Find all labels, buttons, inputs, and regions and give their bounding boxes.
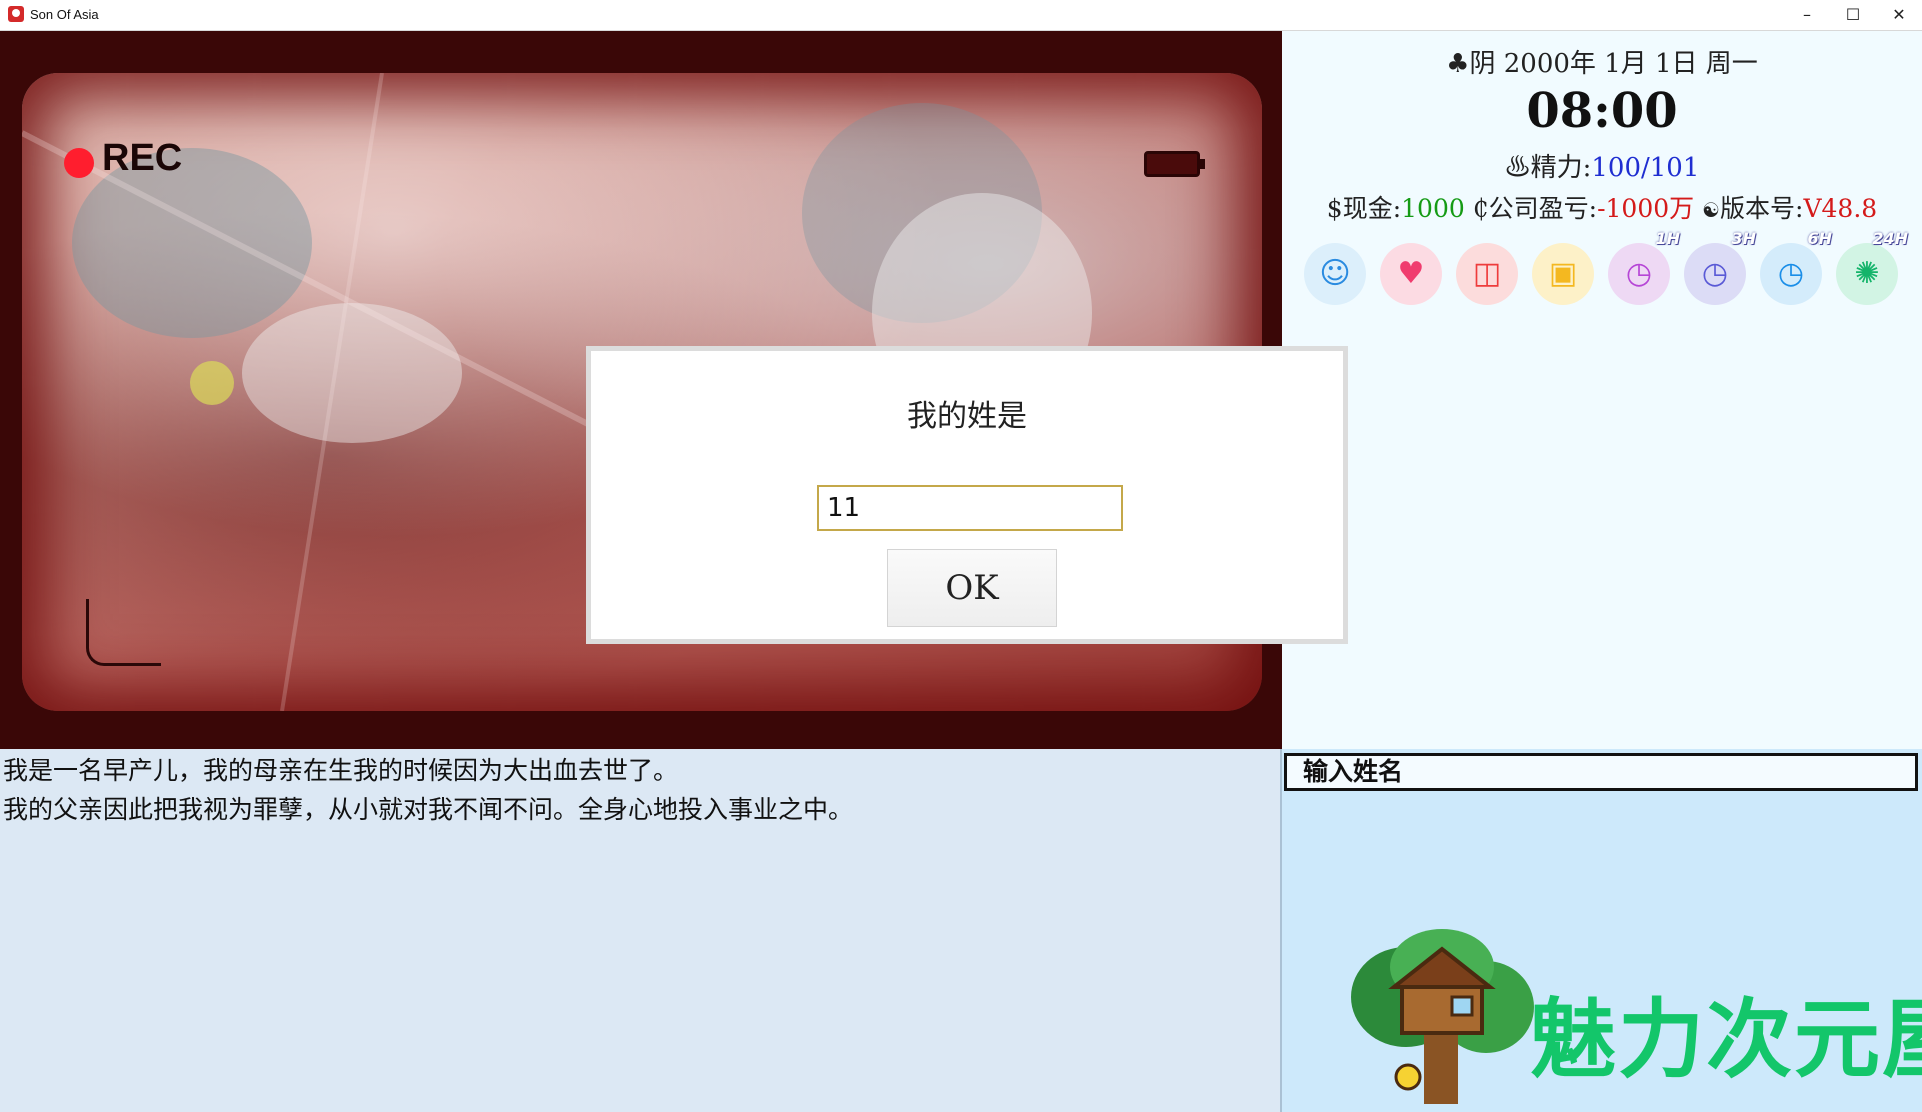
version-icon: ☯	[1702, 198, 1721, 222]
finance-line: $现金:1000 ₵公司盈亏:-1000万 ☯版本号:V48.8	[1282, 189, 1922, 225]
clock-3h-badge: 3H	[1731, 229, 1756, 248]
date-text: 2000年 1月 1日 周一	[1503, 49, 1758, 79]
company-value: -1000万	[1597, 194, 1695, 223]
energy-line: ♨精力:100/101	[1282, 147, 1922, 184]
maximize-button[interactable]: ☐	[1830, 0, 1876, 30]
clock-time: 08:00	[1526, 83, 1678, 139]
clock-1h-badge: 1H	[1655, 229, 1680, 248]
heart-icon[interactable]: ♥	[1380, 243, 1442, 305]
user-icon[interactable]: ☺	[1304, 243, 1366, 305]
camera-shutter-24h-icon[interactable]: ✺ 24H	[1836, 229, 1908, 305]
surname-input[interactable]	[817, 485, 1123, 531]
treehouse-logo-icon	[1351, 929, 1534, 1104]
status-panel: ♣阴 2000年 1月 1日 周一 08:00 ♨精力:100/101 $现金:…	[1282, 31, 1922, 749]
energy-icon: ♨	[1504, 153, 1531, 183]
weather-icon: ♣	[1446, 49, 1470, 79]
window-title: Son Of Asia	[30, 7, 99, 22]
battery-icon	[1144, 151, 1205, 177]
save-icon[interactable]: ▣	[1532, 243, 1594, 305]
date-line: ♣阴 2000年 1月 1日 周一	[1282, 43, 1922, 80]
energy-label: 精力:	[1530, 153, 1592, 183]
clock-6h-icon[interactable]: ◷ 6H	[1760, 229, 1832, 305]
version-value: V48.8	[1803, 194, 1878, 223]
clock-1h-icon[interactable]: ◷ 1H	[1608, 229, 1680, 305]
close-button[interactable]: ✕	[1876, 0, 1922, 30]
story-line: 我是一名早产儿，我的母亲在生我的时候因为大出血去世了。	[3, 756, 679, 785]
window-title-bar: Son Of Asia – ☐ ✕	[0, 0, 1922, 31]
app-icon	[8, 6, 24, 22]
minimize-button[interactable]: –	[1784, 0, 1830, 30]
ok-button[interactable]: OK	[887, 549, 1057, 627]
energy-separator: /	[1641, 153, 1650, 183]
story-line: 我的父亲因此把我视为罪孽，从小就对我不闻不问。全身心地投入事业之中。	[3, 795, 854, 824]
energy-max: 101	[1649, 153, 1700, 183]
version-label: 版本号:	[1720, 194, 1804, 223]
energy-current: 100	[1591, 153, 1641, 183]
dialog-prompt: 我的姓是	[907, 399, 1027, 434]
story-text-area: 我是一名早产儿，我的母亲在生我的时候因为大出血去世了。 我的父亲因此把我视为罪孽…	[0, 749, 1282, 1112]
shopping-bag-icon[interactable]: ◫	[1456, 243, 1518, 305]
rec-label: REC	[102, 137, 183, 179]
weather-text: 阴	[1469, 49, 1496, 79]
record-indicator-icon	[64, 148, 94, 178]
company-label: ₵公司盈亏:	[1472, 194, 1598, 223]
camera-shutter-24h-badge: 24H	[1872, 229, 1908, 248]
logo-text: 魅力次元屋	[1530, 990, 1922, 1090]
clock-6h-badge: 6H	[1807, 229, 1832, 248]
cash-label: $现金:	[1326, 194, 1402, 223]
cash-value: 1000	[1401, 194, 1465, 223]
toolbar-icons: ☺ ♥ ◫ ▣ ◷ 1H ◷ 3H ◷ 6H ✺ 24H	[1294, 229, 1914, 323]
viewfinder-corner	[86, 599, 161, 666]
side-panel-header: 输入姓名	[1284, 753, 1918, 791]
clock-3h-icon[interactable]: ◷ 3H	[1684, 229, 1756, 305]
name-dialog: 我的姓是 OK	[586, 346, 1348, 644]
side-panel: 输入姓名 魅力次元屋	[1282, 749, 1922, 1112]
